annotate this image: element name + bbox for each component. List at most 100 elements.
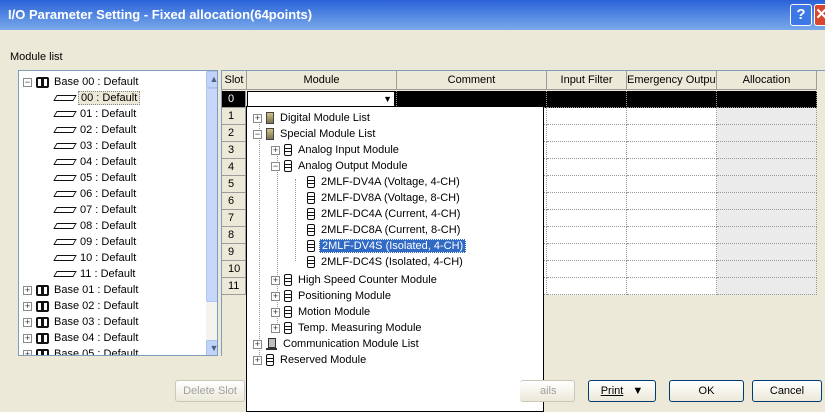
- grid-cell[interactable]: [717, 176, 817, 193]
- chevron-down-icon[interactable]: ▼: [383, 92, 392, 107]
- tree-slot-item[interactable]: 05 : Default: [53, 170, 138, 186]
- slot-row-number[interactable]: 9: [222, 244, 246, 261]
- slot-row-number[interactable]: 8: [222, 227, 246, 244]
- grid-cell[interactable]: [627, 176, 717, 193]
- tree-slot-item[interactable]: 01 : Default: [53, 106, 138, 122]
- tree-slot-item[interactable]: 11 : Default: [53, 266, 137, 282]
- grid-cell[interactable]: [547, 193, 627, 210]
- grid-cell[interactable]: [717, 125, 817, 142]
- collapse-icon[interactable]: −: [253, 129, 262, 139]
- expand-icon[interactable]: +: [271, 291, 280, 301]
- grid-cell[interactable]: [547, 159, 627, 176]
- tree-slot-item[interactable]: 00 : Default: [53, 90, 141, 106]
- dd-positioning-module[interactable]: + Positioning Module: [271, 288, 393, 304]
- close-button[interactable]: ✕: [814, 4, 825, 26]
- tree-base-item[interactable]: + Base 02 : Default: [23, 298, 140, 314]
- tree-slot-item[interactable]: 10 : Default: [53, 250, 138, 266]
- slot-row-number[interactable]: 11: [222, 278, 246, 295]
- cancel-button[interactable]: Cancel: [752, 380, 822, 402]
- tree-slot-item[interactable]: 09 : Default: [53, 234, 138, 250]
- grid-cell[interactable]: [547, 108, 627, 125]
- details-button[interactable]: ails: [520, 380, 575, 402]
- expand-icon[interactable]: +: [271, 275, 280, 285]
- slot-row-number[interactable]: 10: [222, 261, 246, 278]
- grid-cell[interactable]: [627, 210, 717, 227]
- slot-row-number[interactable]: 2: [222, 125, 246, 142]
- expand-icon[interactable]: +: [23, 349, 32, 355]
- collapse-icon[interactable]: −: [271, 161, 280, 171]
- dd-analog-output-item[interactable]: 2MLF-DC4S (Isolated, 4-CH): [307, 254, 465, 270]
- slot-row-number[interactable]: 0: [222, 91, 246, 108]
- expand-icon[interactable]: +: [23, 317, 32, 327]
- module-tree[interactable]: − Base 00 : Default 00 : Default 01 : Defa…: [18, 70, 218, 356]
- expand-icon[interactable]: +: [23, 301, 32, 311]
- slot-row-number[interactable]: 5: [222, 176, 246, 193]
- expand-icon[interactable]: +: [271, 323, 280, 333]
- grid-cell[interactable]: [627, 227, 717, 244]
- dd-analog-output-item[interactable]: 2MLF-DC4A (Current, 4-CH): [307, 206, 462, 222]
- grid-cell[interactable]: [547, 261, 627, 278]
- collapse-icon[interactable]: −: [23, 77, 32, 87]
- grid-cell[interactable]: [627, 278, 717, 295]
- tree-base-00[interactable]: − Base 00 : Default: [23, 74, 140, 90]
- expand-icon[interactable]: +: [23, 333, 32, 343]
- grid-cell[interactable]: [717, 278, 817, 295]
- dd-motion-module[interactable]: + Motion Module: [271, 304, 372, 320]
- dd-temp-measuring-module[interactable]: + Temp. Measuring Module: [271, 320, 424, 336]
- ok-button[interactable]: OK: [669, 380, 744, 402]
- print-button[interactable]: Print ▼: [588, 380, 656, 402]
- slot-row-number[interactable]: 7: [222, 210, 246, 227]
- tree-slot-item[interactable]: 03 : Default: [53, 138, 138, 154]
- dd-analog-input-module[interactable]: + Analog Input Module: [271, 142, 401, 158]
- grid-cell[interactable]: [717, 193, 817, 210]
- dd-analog-output-item[interactable]: 2MLF-DV4A (Voltage, 4-CH): [307, 174, 462, 190]
- scroll-thumb[interactable]: [206, 88, 217, 302]
- grid-cell[interactable]: [717, 159, 817, 176]
- scroll-down-icon[interactable]: ▼: [206, 340, 217, 355]
- dd-reserved-module[interactable]: + Reserved Module: [253, 352, 368, 368]
- grid-cell[interactable]: [547, 142, 627, 159]
- expand-icon[interactable]: +: [253, 355, 262, 365]
- module-dropdown-tree[interactable]: + Digital Module List − Special Module Lis…: [246, 106, 544, 412]
- tree-base-item[interactable]: + Base 04 : Default: [23, 330, 140, 346]
- slot-row-number[interactable]: 4: [222, 159, 246, 176]
- dd-special-module-list[interactable]: − Special Module List: [253, 126, 377, 142]
- tree-base-item[interactable]: + Base 01 : Default: [23, 282, 140, 298]
- slot-row-number[interactable]: 1: [222, 108, 246, 125]
- grid-cell[interactable]: [627, 125, 717, 142]
- dd-analog-output-item[interactable]: 2MLF-DC8A (Current, 8-CH): [307, 222, 462, 238]
- grid-cell[interactable]: [627, 159, 717, 176]
- delete-slot-button[interactable]: Delete Slot: [175, 380, 245, 402]
- slot-row-number[interactable]: 6: [222, 193, 246, 210]
- grid-cell[interactable]: [717, 227, 817, 244]
- grid-cell[interactable]: [547, 91, 627, 108]
- dd-analog-output-module[interactable]: − Analog Output Module: [271, 158, 409, 174]
- tree-base-item[interactable]: + Base 03 : Default: [23, 314, 140, 330]
- tree-slot-item[interactable]: 06 : Default: [53, 186, 138, 202]
- grid-cell[interactable]: [547, 227, 627, 244]
- dd-communication-module-list[interactable]: + Communication Module List: [253, 336, 421, 352]
- grid-cell[interactable]: [717, 244, 817, 261]
- tree-scrollbar[interactable]: ▲ ▼: [206, 71, 217, 355]
- grid-cell[interactable]: [627, 244, 717, 261]
- grid-cell[interactable]: [717, 210, 817, 227]
- grid-cell[interactable]: [547, 176, 627, 193]
- scroll-up-icon[interactable]: ▲: [206, 71, 217, 88]
- tree-base-item[interactable]: + Base 05 : Default: [23, 346, 140, 355]
- dd-analog-output-item[interactable]: 2MLF-DV8A (Voltage, 8-CH): [307, 190, 462, 206]
- grid-cell[interactable]: [717, 142, 817, 159]
- grid-cell[interactable]: [627, 261, 717, 278]
- tree-slot-item[interactable]: 07 : Default: [53, 202, 138, 218]
- grid-cell[interactable]: [547, 210, 627, 227]
- grid-cell[interactable]: [547, 244, 627, 261]
- grid-cell[interactable]: [717, 91, 817, 108]
- dd-analog-output-item[interactable]: 2MLF-DV4S (Isolated, 4-CH): [307, 238, 467, 254]
- tree-slot-item[interactable]: 02 : Default: [53, 122, 138, 138]
- grid-cell[interactable]: [717, 108, 817, 125]
- expand-icon[interactable]: +: [253, 339, 262, 349]
- dd-high-speed-counter-module[interactable]: + High Speed Counter Module: [271, 272, 439, 288]
- grid-cell[interactable]: [717, 261, 817, 278]
- dd-digital-module-list[interactable]: + Digital Module List: [253, 110, 372, 126]
- grid-cell[interactable]: [547, 278, 627, 295]
- grid-cell[interactable]: [627, 193, 717, 210]
